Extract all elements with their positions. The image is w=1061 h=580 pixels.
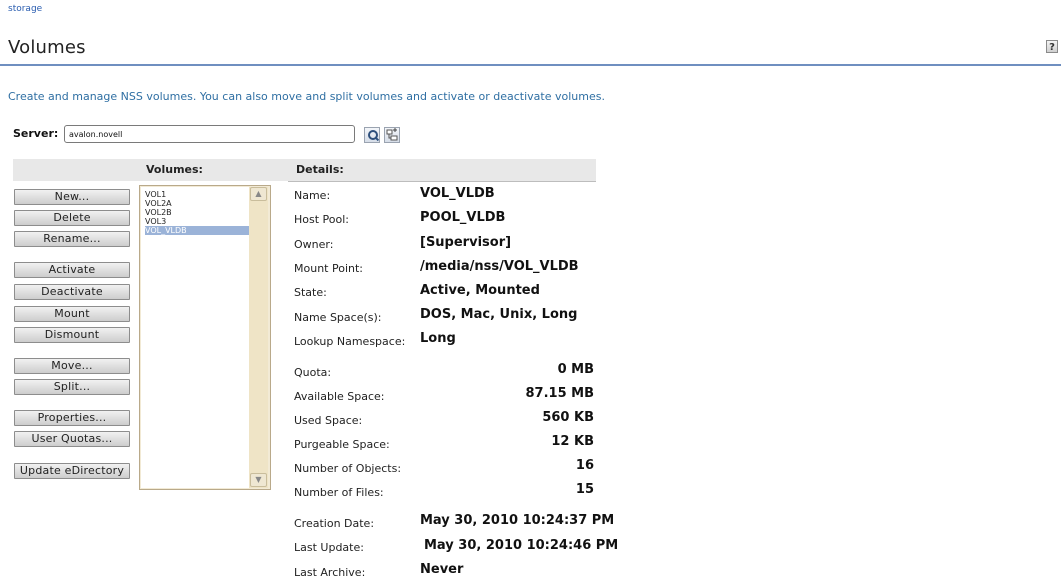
detail-value-last-update: May 30, 2010 10:24:46 PM xyxy=(424,538,619,553)
details-column-header: Details: xyxy=(296,163,344,176)
detail-label-host-pool: Host Pool: xyxy=(294,213,350,226)
scroll-down-icon: ▼ xyxy=(255,475,262,484)
detail-label-used-space: Used Space: xyxy=(294,414,363,427)
detail-value-owner: [Supervisor] xyxy=(420,235,512,250)
detail-label-last-archive: Last Archive: xyxy=(294,566,366,579)
server-label: Server: xyxy=(13,127,59,140)
deactivate-button[interactable]: Deactivate xyxy=(14,284,130,300)
detail-value-host-pool: POOL_VLDB xyxy=(420,210,506,225)
breadcrumb-storage[interactable]: storage xyxy=(8,4,42,14)
volumes-scrollbar[interactable] xyxy=(249,187,268,488)
detail-label-name: Name: xyxy=(294,189,331,202)
volume-list-item[interactable]: VOL1 xyxy=(145,190,249,199)
server-search-button[interactable] xyxy=(364,127,380,143)
page-description: Create and manage NSS volumes. You can a… xyxy=(8,90,605,103)
scroll-up-button[interactable]: ▲ xyxy=(250,187,267,201)
detail-label-lookup-namespace: Lookup Namespace: xyxy=(294,335,406,348)
detail-value-used-space: 560 KB xyxy=(542,410,594,425)
detail-value-number-of-objects: 16 xyxy=(575,458,594,473)
user-quotas-button[interactable]: User Quotas... xyxy=(14,431,130,447)
detail-label-purgeable-space: Purgeable Space: xyxy=(294,438,390,451)
detail-label-quota: Quota: xyxy=(294,366,332,379)
detail-value-lookup-namespace: Long xyxy=(420,331,456,346)
move-button[interactable]: Move... xyxy=(14,358,130,374)
server-browse-button[interactable] xyxy=(384,127,400,143)
detail-value-available-space: 87.15 MB xyxy=(525,386,595,401)
update-edirectory-button[interactable]: Update eDirectory xyxy=(14,463,130,479)
dismount-button[interactable]: Dismount xyxy=(14,327,130,343)
detail-label-state: State: xyxy=(294,286,327,299)
detail-label-mount-point: Mount Point: xyxy=(294,262,363,275)
detail-value-state: Active, Mounted xyxy=(420,283,540,298)
split-button[interactable]: Split... xyxy=(14,379,130,395)
detail-label-available-space: Available Space: xyxy=(294,390,385,403)
volume-list-item-selected[interactable]: VOL_VLDB xyxy=(145,226,251,235)
new-button[interactable]: New... xyxy=(14,189,130,205)
properties-button[interactable]: Properties... xyxy=(14,410,130,426)
browse-tree-icon xyxy=(386,128,398,141)
volume-list-item[interactable]: VOL3 xyxy=(145,217,249,226)
detail-label-number-of-files: Number of Files: xyxy=(294,486,384,499)
detail-value-number-of-files: 15 xyxy=(575,482,594,497)
details-divider xyxy=(288,181,596,182)
volume-list-item[interactable]: VOL2A xyxy=(145,199,249,208)
scroll-up-icon: ▲ xyxy=(255,189,262,198)
rename-button[interactable]: Rename... xyxy=(14,231,130,247)
mount-button[interactable]: Mount xyxy=(14,306,130,322)
detail-value-name: VOL_VLDB xyxy=(420,186,495,201)
page-title: Volumes xyxy=(8,37,86,58)
detail-label-name-spaces: Name Space(s): xyxy=(294,311,382,324)
title-divider xyxy=(0,64,1061,66)
detail-label-creation-date: Creation Date: xyxy=(294,517,375,530)
detail-value-quota: 0 MB xyxy=(557,362,594,377)
detail-value-creation-date: May 30, 2010 10:24:37 PM xyxy=(420,513,615,528)
detail-value-purgeable-space: 12 KB xyxy=(551,434,594,449)
scroll-down-button[interactable]: ▼ xyxy=(250,473,267,487)
detail-label-number-of-objects: Number of Objects: xyxy=(294,462,402,475)
detail-value-name-spaces: DOS, Mac, Unix, Long xyxy=(420,307,578,322)
volumes-list[interactable]: VOL1 VOL2A VOL2B VOL3 VOL_VLDB ▲ ▼ xyxy=(139,185,271,490)
volumes-list-content: VOL1 VOL2A VOL2B VOL3 VOL_VLDB xyxy=(141,187,251,488)
detail-label-last-update: Last Update: xyxy=(294,541,364,554)
detail-value-mount-point: /media/nss/VOL_VLDB xyxy=(420,259,579,274)
server-input[interactable] xyxy=(64,125,355,143)
help-button[interactable]: ? xyxy=(1046,40,1058,53)
volume-list-item[interactable]: VOL2B xyxy=(145,208,249,217)
detail-label-owner: Owner: xyxy=(294,238,334,251)
volumes-column-header: Volumes: xyxy=(146,163,203,176)
activate-button[interactable]: Activate xyxy=(14,262,130,278)
detail-value-last-archive: Never xyxy=(420,562,464,577)
delete-button[interactable]: Delete xyxy=(14,210,130,226)
